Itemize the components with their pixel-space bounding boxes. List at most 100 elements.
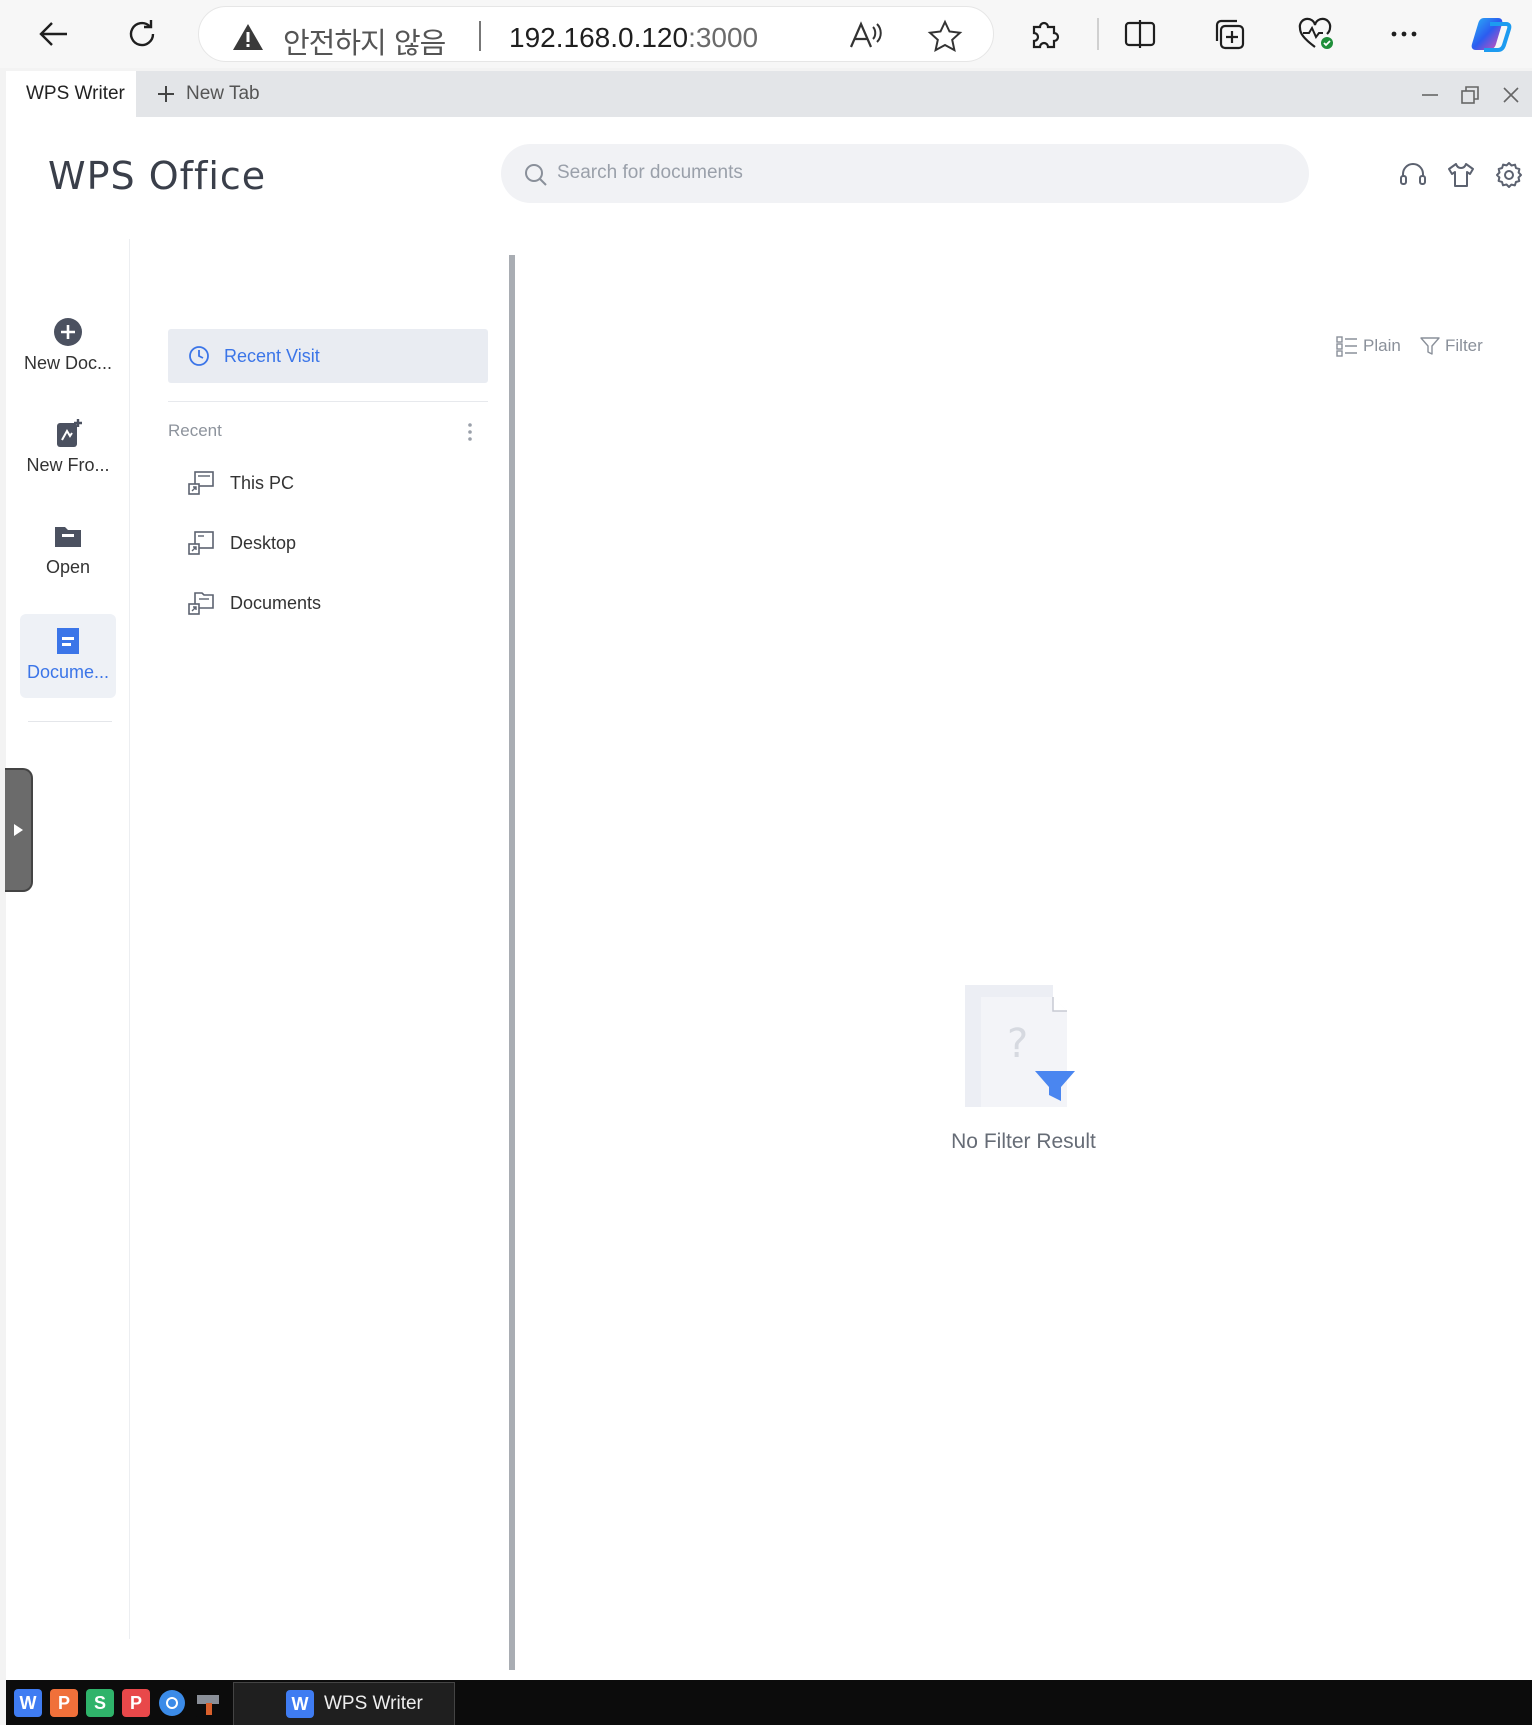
- refresh-icon: [129, 20, 155, 47]
- filter-button[interactable]: Filter: [1419, 335, 1483, 357]
- empty-state-text: No Filter Result: [951, 1130, 1096, 1153]
- recent-header-label: Recent: [168, 421, 222, 440]
- more-menu-button[interactable]: [1380, 10, 1428, 58]
- url-host: 192.168.0.120: [509, 22, 689, 53]
- ellipsis-icon: [1391, 31, 1417, 37]
- split-screen-button[interactable]: [1116, 10, 1164, 58]
- document-list-pane: Plain Filter ? No Filter Result: [515, 239, 1532, 1639]
- nav-label: New Doc...: [23, 353, 113, 373]
- plus-circle-icon: [54, 318, 82, 346]
- close-button[interactable]: [1499, 83, 1523, 107]
- refresh-button[interactable]: [118, 10, 166, 58]
- filter-funnel-icon: [1420, 337, 1440, 355]
- location-panel: Recent Visit Recent This PC Desktop Docu…: [130, 239, 514, 1639]
- puzzle-icon: [1032, 21, 1060, 49]
- taskbar-task-wps-writer[interactable]: W WPS Writer: [233, 1682, 455, 1725]
- nav-new-from-template[interactable]: New Fro...: [20, 407, 116, 491]
- location-label: Desktop: [230, 532, 297, 553]
- location-desktop[interactable]: Desktop: [186, 527, 296, 559]
- restore-icon: [1461, 86, 1479, 104]
- nav-open[interactable]: Open: [20, 509, 116, 593]
- shortcut-folder-icon: [188, 592, 214, 615]
- headset-icon: [1400, 163, 1426, 185]
- side-panel-handle[interactable]: [5, 768, 33, 892]
- skin-button[interactable]: [1446, 160, 1476, 190]
- tab-label: WPS Writer: [26, 83, 125, 104]
- window-tabbar: WPS Writer New Tab: [6, 71, 1532, 117]
- tab-wps-writer[interactable]: WPS Writer: [6, 71, 136, 117]
- collections-icon: [1215, 19, 1245, 50]
- settings-button[interactable]: [1494, 160, 1524, 190]
- split-screen-icon: [1124, 20, 1156, 48]
- location-label: Documents: [230, 592, 322, 613]
- shortcut-folder-icon: [188, 531, 214, 555]
- chromium-icon: [159, 1690, 185, 1716]
- wps-office-logo: WPS Office: [48, 154, 267, 198]
- wps-window: WPS Writer New Tab WPS Office Search for…: [6, 71, 1532, 1681]
- nav-label: Open: [45, 557, 91, 577]
- close-icon: [1503, 87, 1519, 103]
- taskbar-browser-app[interactable]: [158, 1689, 186, 1717]
- warning-icon: [233, 24, 263, 50]
- folder-icon: [55, 527, 81, 547]
- recent-visit-label: Recent Visit: [224, 345, 320, 366]
- copilot-button[interactable]: [1468, 10, 1516, 58]
- new-from-template-icon: [57, 419, 82, 447]
- search-placeholder: Search for documents: [557, 162, 743, 183]
- back-arrow-icon: [39, 22, 67, 46]
- toolbox-icon: [197, 1695, 219, 1715]
- minimize-button[interactable]: [1418, 83, 1442, 107]
- panel-divider: [168, 401, 488, 402]
- restore-button[interactable]: [1458, 83, 1482, 107]
- plain-label: Plain: [1363, 336, 1401, 355]
- plain-view-button[interactable]: Plain: [1335, 335, 1401, 357]
- tab-label: New Tab: [186, 83, 260, 104]
- search-icon: [525, 164, 547, 186]
- taskbar-tools-app[interactable]: [194, 1689, 222, 1717]
- minimize-icon: [1422, 94, 1438, 96]
- taskbar-spreadsheet-app[interactable]: S: [86, 1689, 114, 1717]
- svg-text:?: ?: [1007, 1021, 1028, 1067]
- more-vertical-icon[interactable]: [466, 421, 474, 443]
- nav-documents[interactable]: Docume...: [20, 614, 116, 698]
- support-button[interactable]: [1398, 160, 1428, 190]
- gear-icon: [1496, 162, 1522, 188]
- address-separator: [479, 21, 481, 51]
- tab-new-tab[interactable]: New Tab: [156, 71, 260, 117]
- wps-writer-icon: W: [286, 1690, 314, 1718]
- taskbar-presentation-app[interactable]: P: [50, 1689, 78, 1717]
- extensions-button[interactable]: [1020, 10, 1068, 58]
- url-port: :3000: [688, 22, 759, 53]
- list-view-icon: [1336, 336, 1357, 357]
- heart-pulse-icon: [1298, 17, 1333, 49]
- collections-button[interactable]: [1205, 10, 1253, 58]
- back-button[interactable]: [30, 10, 78, 58]
- recent-visit-button[interactable]: Recent Visit: [168, 329, 488, 383]
- no-result-illustration-icon: ?: [965, 985, 1075, 1107]
- nav-label: Docume...: [26, 662, 110, 682]
- recent-header: Recent: [168, 421, 488, 445]
- location-this-pc[interactable]: This PC: [186, 467, 294, 499]
- plus-icon: [158, 86, 174, 102]
- location-documents[interactable]: Documents: [186, 587, 321, 619]
- search-input[interactable]: Search for documents: [501, 144, 1309, 203]
- taskbar: W P S P W WPS Writer: [6, 1680, 1532, 1725]
- favorite-star-icon[interactable]: [927, 19, 963, 53]
- nav-label: New Fro...: [26, 455, 110, 475]
- document-icon: [57, 628, 79, 654]
- filter-label: Filter: [1445, 336, 1483, 355]
- tshirt-icon: [1448, 163, 1474, 187]
- left-nav: New Doc... New Fro... Open Docume...: [6, 239, 130, 1639]
- browser-toolbar: 안전하지 않음 192.168.0.120:3000: [0, 0, 1532, 68]
- play-arrow-icon: [14, 824, 23, 836]
- toolbar-divider: [1097, 18, 1099, 50]
- taskbar-writer-app[interactable]: W: [14, 1689, 42, 1717]
- address-bar[interactable]: 안전하지 않음 192.168.0.120:3000: [198, 6, 994, 62]
- url-text[interactable]: 192.168.0.120:3000: [509, 22, 758, 54]
- read-aloud-icon[interactable]: [847, 19, 883, 53]
- nav-new-document[interactable]: New Doc...: [20, 305, 116, 389]
- browser-essentials-button[interactable]: [1292, 10, 1340, 58]
- taskbar-pdf-app[interactable]: P: [122, 1689, 150, 1717]
- nav-separator: [28, 721, 112, 722]
- security-label[interactable]: 안전하지 않음: [283, 20, 446, 62]
